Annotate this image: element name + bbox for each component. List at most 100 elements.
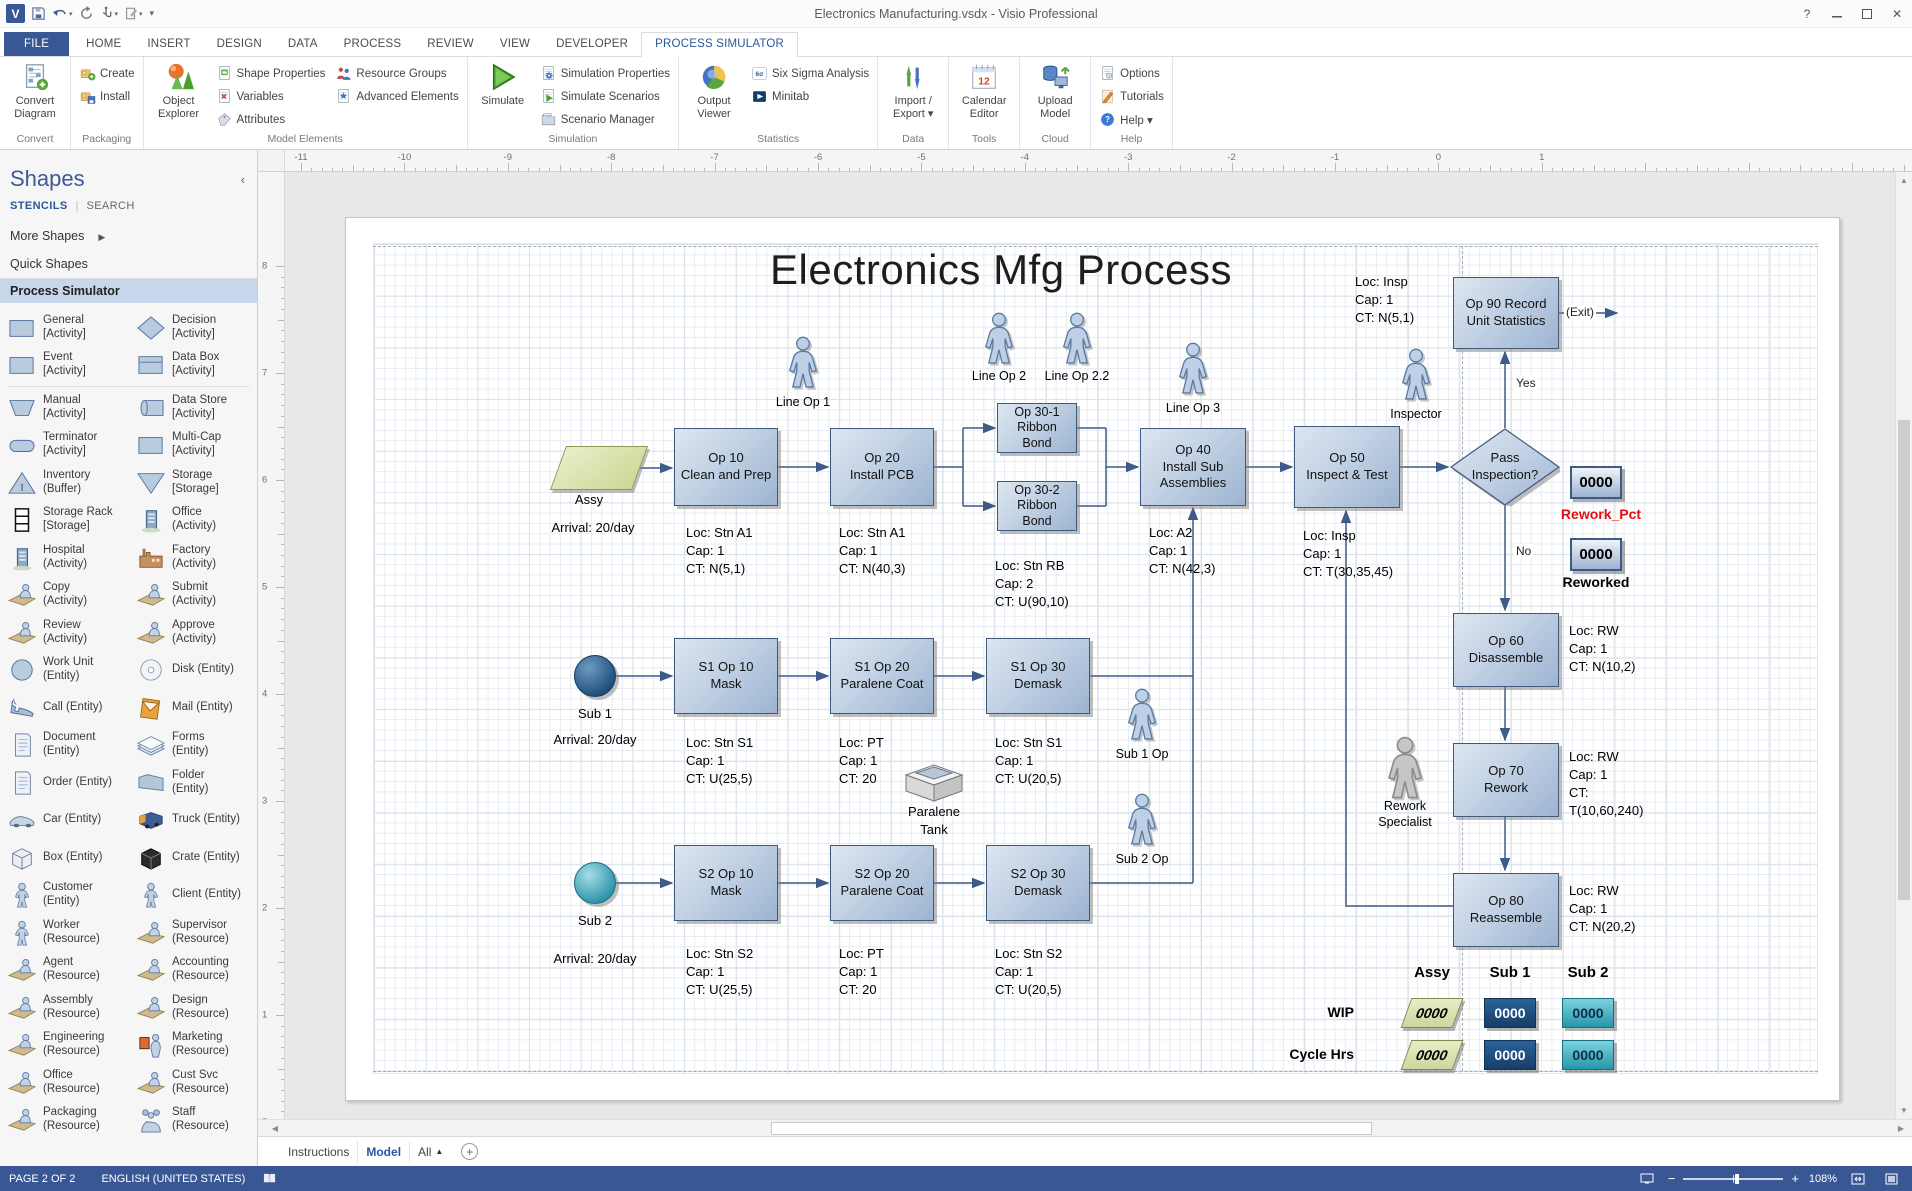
stencil-item-storage-storage[interactable]: Storage [Storage]	[129, 464, 258, 502]
save-button[interactable]	[31, 6, 46, 21]
quick-shapes-item[interactable]: Quick Shapes	[0, 250, 257, 278]
tab-design[interactable]: DESIGN	[204, 33, 275, 56]
stencil-item-customer-entity[interactable]: Customer (Entity)	[0, 877, 129, 915]
language-indicator[interactable]: ENGLISH (UNITED STATES)	[89, 1173, 257, 1185]
data-box-rework-pct[interactable]: 0000	[1570, 466, 1622, 499]
stencil-item-multi-cap-activity[interactable]: Multi-Cap [Activity]	[129, 427, 258, 465]
stencil-item-copy-activity[interactable]: Copy (Activity)	[0, 577, 129, 615]
ribbon-button-tutorials[interactable]: Tutorials	[1095, 85, 1168, 108]
ribbon-button-install[interactable]: Install	[75, 85, 139, 108]
ribbon-button-minitab[interactable]: Minitab	[747, 85, 873, 108]
stencil-item-terminator-activity[interactable]: Terminator [Activity]	[0, 427, 129, 465]
ribbon-button-simulate[interactable]: Simulate	[472, 59, 534, 108]
stencil-item-work-unit-entity[interactable]: Work Unit (Entity)	[0, 652, 129, 690]
data-box-reworked[interactable]: 0000	[1570, 538, 1622, 571]
ribbon-button-create[interactable]: Create	[75, 62, 139, 85]
new-page-button[interactable]: +	[461, 1143, 478, 1160]
scroll-up-icon[interactable]: ▲	[1896, 172, 1912, 189]
undo-button[interactable]: ▾	[52, 7, 73, 21]
ribbon-button-output-viewer[interactable]: Output Viewer	[683, 59, 745, 121]
paralene-tank-icon[interactable]	[900, 763, 968, 803]
ribbon-button-shape-properties[interactable]: Shape Properties	[212, 62, 330, 85]
node-s1op10[interactable]: S1 Op 10 Mask	[674, 638, 778, 714]
proofing-icon[interactable]	[257, 1172, 282, 1185]
stencil-item-agent-resource[interactable]: Agent (Resource)	[0, 952, 129, 990]
tab-process[interactable]: PROCESS	[331, 33, 415, 56]
stencil-item-supervisor-resource[interactable]: Supervisor (Resource)	[129, 914, 258, 952]
stencil-item-review-activity[interactable]: Review (Activity)	[0, 614, 129, 652]
ribbon-button-upload-model[interactable]: Upload Model	[1024, 59, 1086, 121]
stencil-item-factory-activity[interactable]: Factory (Activity)	[129, 539, 258, 577]
stencil-item-design-resource[interactable]: Design (Resource)	[129, 989, 258, 1027]
maximize-button[interactable]	[1852, 0, 1882, 27]
stencil-item-data-box-activity[interactable]: Data Box [Activity]	[129, 347, 258, 385]
node-op20[interactable]: Op 20 Install PCB	[830, 428, 934, 506]
stencil-item-submit-activity[interactable]: Submit (Activity)	[129, 577, 258, 615]
person-inspector[interactable]	[1398, 348, 1434, 406]
sub2-source[interactable]	[574, 862, 616, 904]
ribbon-button-object-explorer[interactable]: Object Explorer	[148, 59, 210, 121]
horizontal-scrollbar[interactable]: ◀ ▶	[258, 1119, 1912, 1136]
more-shapes-item[interactable]: More Shapes▶	[0, 222, 257, 250]
stencil-item-packaging-resource[interactable]: Packaging (Resource)	[0, 1102, 129, 1140]
stencil-item-event-activity[interactable]: Event [Activity]	[0, 347, 129, 385]
node-op30-2[interactable]: Op 30-2 Ribbon Bond	[997, 481, 1077, 531]
ribbon-button-simulation-properties[interactable]: Simulation Properties	[536, 62, 674, 85]
collapse-panel-icon[interactable]: ‹	[241, 172, 245, 187]
node-s2op20[interactable]: S2 Op 20 Paralene Coat	[830, 845, 934, 921]
stencil-item-storage-rack-storage[interactable]: Storage Rack [Storage]	[0, 502, 129, 540]
tab-file[interactable]: FILE	[4, 32, 69, 56]
stencil-item-general-activity[interactable]: General [Activity]	[0, 309, 129, 347]
table-cell-wip-sub2[interactable]: 0000	[1562, 998, 1614, 1028]
table-cell-wip-sub1[interactable]: 0000	[1484, 998, 1536, 1028]
tab-developer[interactable]: DEVELOPER	[543, 33, 641, 56]
zoom-out-button[interactable]: −	[1668, 1172, 1676, 1185]
minimize-button[interactable]	[1822, 0, 1852, 27]
stencil-item-staff-resource[interactable]: Staff (Resource)	[129, 1102, 258, 1140]
stencil-item-call-entity[interactable]: Call (Entity)	[0, 689, 129, 727]
stencil-item-crate-entity[interactable]: Crate (Entity)	[129, 839, 258, 877]
ribbon-button-variables[interactable]: Variables	[212, 85, 330, 108]
stencil-item-worker-resource[interactable]: Worker (Resource)	[0, 914, 129, 952]
annotate-button[interactable]: ▾	[124, 6, 143, 21]
fit-page-icon[interactable]	[1845, 1173, 1871, 1185]
stencil-item-accounting-resource[interactable]: Accounting (Resource)	[129, 952, 258, 990]
stencil-item-truck-entity[interactable]: Truck (Entity)	[129, 802, 258, 840]
person-line-op-1[interactable]	[785, 336, 821, 394]
help-button[interactable]: ?	[1792, 0, 1822, 27]
ribbon-button-advanced-elements[interactable]: Advanced Elements	[331, 85, 462, 108]
person-line-op-3[interactable]	[1175, 342, 1211, 400]
stencil-item-order-entity[interactable]: Order (Entity)	[0, 764, 129, 802]
visio-app-icon[interactable]: V	[6, 4, 25, 23]
table-cell-cycle-hrs-sub2[interactable]: 0000	[1562, 1040, 1614, 1070]
ribbon-button-import-export[interactable]: Import / Export ▾	[882, 59, 944, 121]
search-tab[interactable]: SEARCH	[86, 200, 134, 212]
node-pass-inspection[interactable]: Pass Inspection?	[1450, 428, 1560, 506]
stencil-item-box-entity[interactable]: Box (Entity)	[0, 839, 129, 877]
node-op50[interactable]: Op 50 Inspect & Test	[1294, 426, 1400, 508]
stencil-item-mail-entity[interactable]: Mail (Entity)	[129, 689, 258, 727]
tab-data[interactable]: DATA	[275, 33, 331, 56]
tab-process-simulator[interactable]: PROCESS SIMULATOR	[641, 32, 798, 57]
person-line-op-2[interactable]	[981, 312, 1017, 370]
tab-view[interactable]: VIEW	[487, 33, 543, 56]
stencil-item-manual-activity[interactable]: Manual [Activity]	[0, 389, 129, 427]
person-sub-2-op[interactable]	[1124, 793, 1160, 851]
horizontal-scroll-thumb[interactable]	[771, 1122, 1372, 1135]
table-cell-cycle-hrs-sub1[interactable]: 0000	[1484, 1040, 1536, 1070]
node-s1op20[interactable]: S1 Op 20 Paralene Coat	[830, 638, 934, 714]
node-op10[interactable]: Op 10 Clean and Prep	[674, 428, 778, 506]
node-s1op30[interactable]: S1 Op 30 Demask	[986, 638, 1090, 714]
page-indicator[interactable]: PAGE 2 OF 2	[0, 1173, 89, 1185]
touch-mode-button[interactable]: ▾	[100, 6, 119, 21]
ribbon-button-simulate-scenarios[interactable]: Simulate Scenarios	[536, 85, 674, 108]
active-stencil-process-simulator[interactable]: Process Simulator	[0, 278, 257, 303]
node-op80[interactable]: Op 80 Reassemble	[1453, 873, 1559, 947]
node-op40[interactable]: Op 40 Install Sub Assemblies	[1140, 428, 1246, 506]
stencil-item-disk-entity[interactable]: Disk (Entity)	[129, 652, 258, 690]
table-cell-cycle-hrs-assy[interactable]: 0000	[1401, 1040, 1464, 1070]
zoom-slider-thumb[interactable]	[1735, 1174, 1739, 1184]
stencil-item-forms-entity[interactable]: Forms (Entity)	[129, 727, 258, 765]
ribbon-button-resource-groups[interactable]: Resource Groups	[331, 62, 462, 85]
ribbon-button-help[interactable]: ?Help ▾	[1095, 108, 1168, 131]
